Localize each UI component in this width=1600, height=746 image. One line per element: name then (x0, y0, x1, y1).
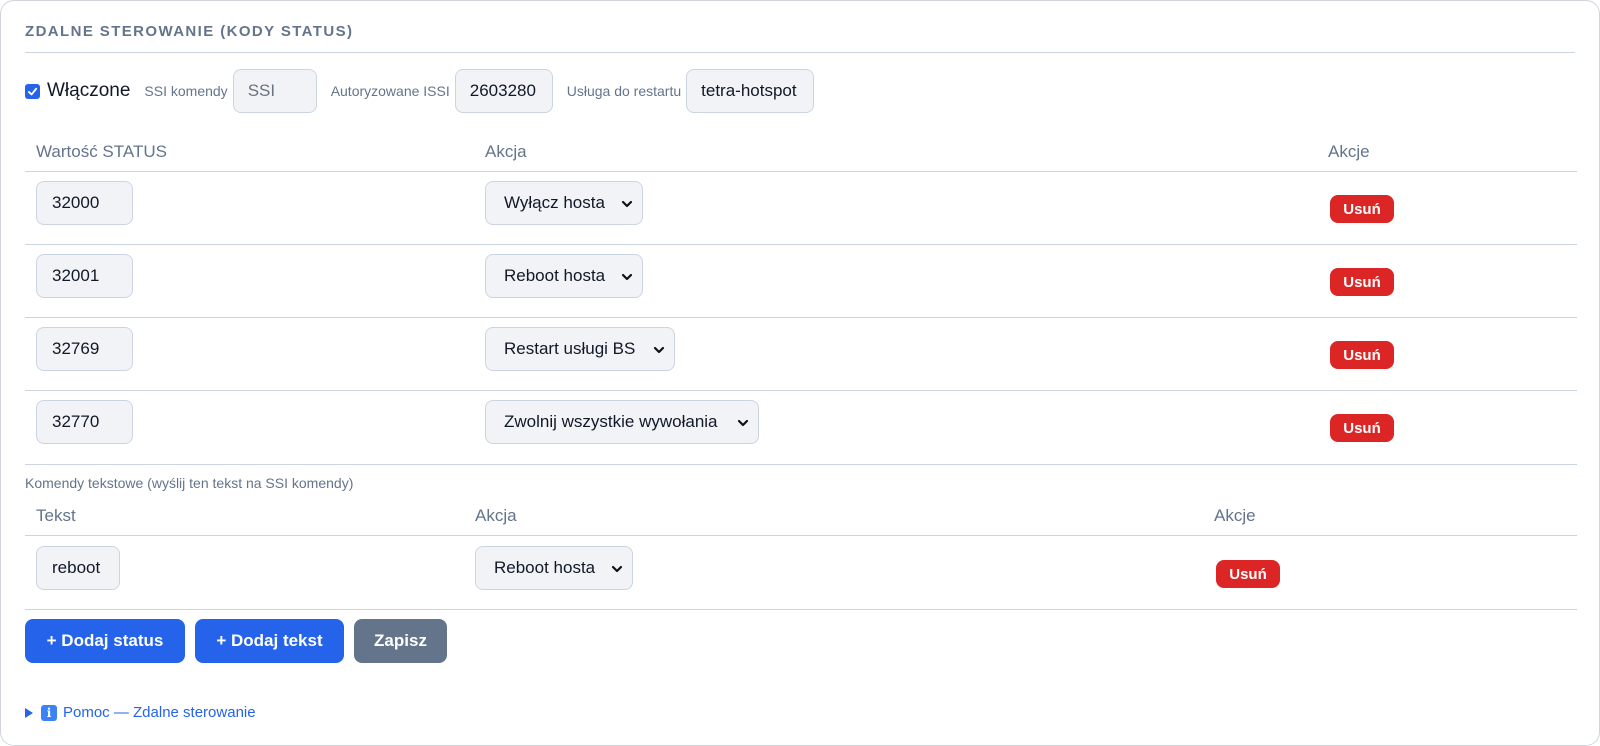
action-select-value: Zwolnij wszystkie wywołania (504, 412, 718, 431)
header-action: Akcja (485, 142, 527, 161)
service-label: Usługa do restartu (566, 83, 682, 99)
status-value-input[interactable]: 32769 (36, 327, 133, 371)
header-action: Akcja (475, 506, 517, 525)
chevron-down-icon (737, 419, 749, 427)
delete-button[interactable]: Usuń (1330, 268, 1394, 296)
issi-input[interactable]: 2603280 (454, 69, 553, 113)
header-status-value: Wartość STATUS (36, 142, 167, 161)
ssi-label: SSI komendy (144, 83, 228, 99)
delete-button[interactable]: Usuń (1330, 414, 1394, 442)
header-actions: Akcje (1328, 142, 1370, 161)
settings-toolbar: Włączone SSI komendy SSI Autoryzowane IS… (25, 69, 828, 113)
row-divider (25, 609, 1577, 610)
action-select-value: Wyłącz hosta (504, 193, 605, 212)
service-input[interactable]: tetra-hotspot (686, 69, 815, 113)
header-divider (25, 171, 1577, 172)
header-actions: Akcje (1214, 506, 1256, 525)
delete-button[interactable]: Usuń (1216, 560, 1280, 588)
check-icon (27, 87, 38, 95)
enabled-label: Włączone (47, 80, 131, 101)
chevron-down-icon (653, 346, 665, 354)
action-select-value: Restart usługi BS (504, 339, 636, 358)
chevron-down-icon (621, 200, 633, 208)
text-command-input[interactable]: reboot (36, 546, 120, 590)
action-select[interactable]: Reboot hosta (485, 254, 643, 298)
ssi-input[interactable]: SSI (232, 69, 317, 113)
action-buttons: + Dodaj status + Dodaj tekst Zapisz (25, 619, 457, 663)
delete-button[interactable]: Usuń (1330, 341, 1394, 369)
header-divider (25, 535, 1577, 536)
action-select-value: Reboot hosta (504, 266, 606, 285)
status-value-input[interactable]: 32770 (36, 400, 133, 444)
info-icon: i (41, 704, 57, 721)
issi-label: Autoryzowane ISSI (330, 83, 450, 99)
save-button[interactable]: Zapisz (354, 619, 447, 663)
status-value-input[interactable]: 32000 (36, 181, 133, 225)
enabled-checkbox[interactable] (25, 83, 40, 99)
chevron-down-icon (611, 565, 623, 573)
row-divider (25, 317, 1577, 318)
status-table: Wartość STATUS Akcja Akcje 32000 Wyłącz … (25, 141, 1577, 466)
text-commands-label: Komendy tekstowe (wyślij ten tekst na SS… (25, 475, 354, 491)
add-text-button[interactable]: + Dodaj tekst (195, 619, 344, 663)
disclosure-triangle-icon (25, 707, 33, 718)
help-disclosure[interactable]: i Pomoc — Zdalne sterowanie (25, 704, 256, 721)
text-commands-table: Tekst Akcja Akcje reboot Reboot hosta Us… (25, 505, 1577, 610)
action-select[interactable]: Wyłącz hosta (485, 181, 643, 225)
remote-control-card: ZDALNE STEROWANIE (KODY STATUS) Włączone… (0, 0, 1600, 746)
title-divider (25, 52, 1575, 53)
action-select[interactable]: Zwolnij wszystkie wywołania (485, 400, 759, 444)
header-text: Tekst (36, 506, 76, 525)
row-divider (25, 464, 1577, 465)
action-select[interactable]: Reboot hosta (475, 546, 633, 590)
chevron-down-icon (621, 273, 633, 281)
action-select[interactable]: Restart usługi BS (485, 327, 675, 371)
add-status-button[interactable]: + Dodaj status (25, 619, 185, 663)
help-label: Pomoc — Zdalne sterowanie (63, 704, 256, 721)
action-select-value: Reboot hosta (494, 558, 596, 577)
row-divider (25, 244, 1577, 245)
status-value-input[interactable]: 32001 (36, 254, 133, 298)
section-title: ZDALNE STEROWANIE (KODY STATUS) (25, 23, 354, 40)
delete-button[interactable]: Usuń (1330, 195, 1394, 223)
row-divider (25, 390, 1577, 391)
